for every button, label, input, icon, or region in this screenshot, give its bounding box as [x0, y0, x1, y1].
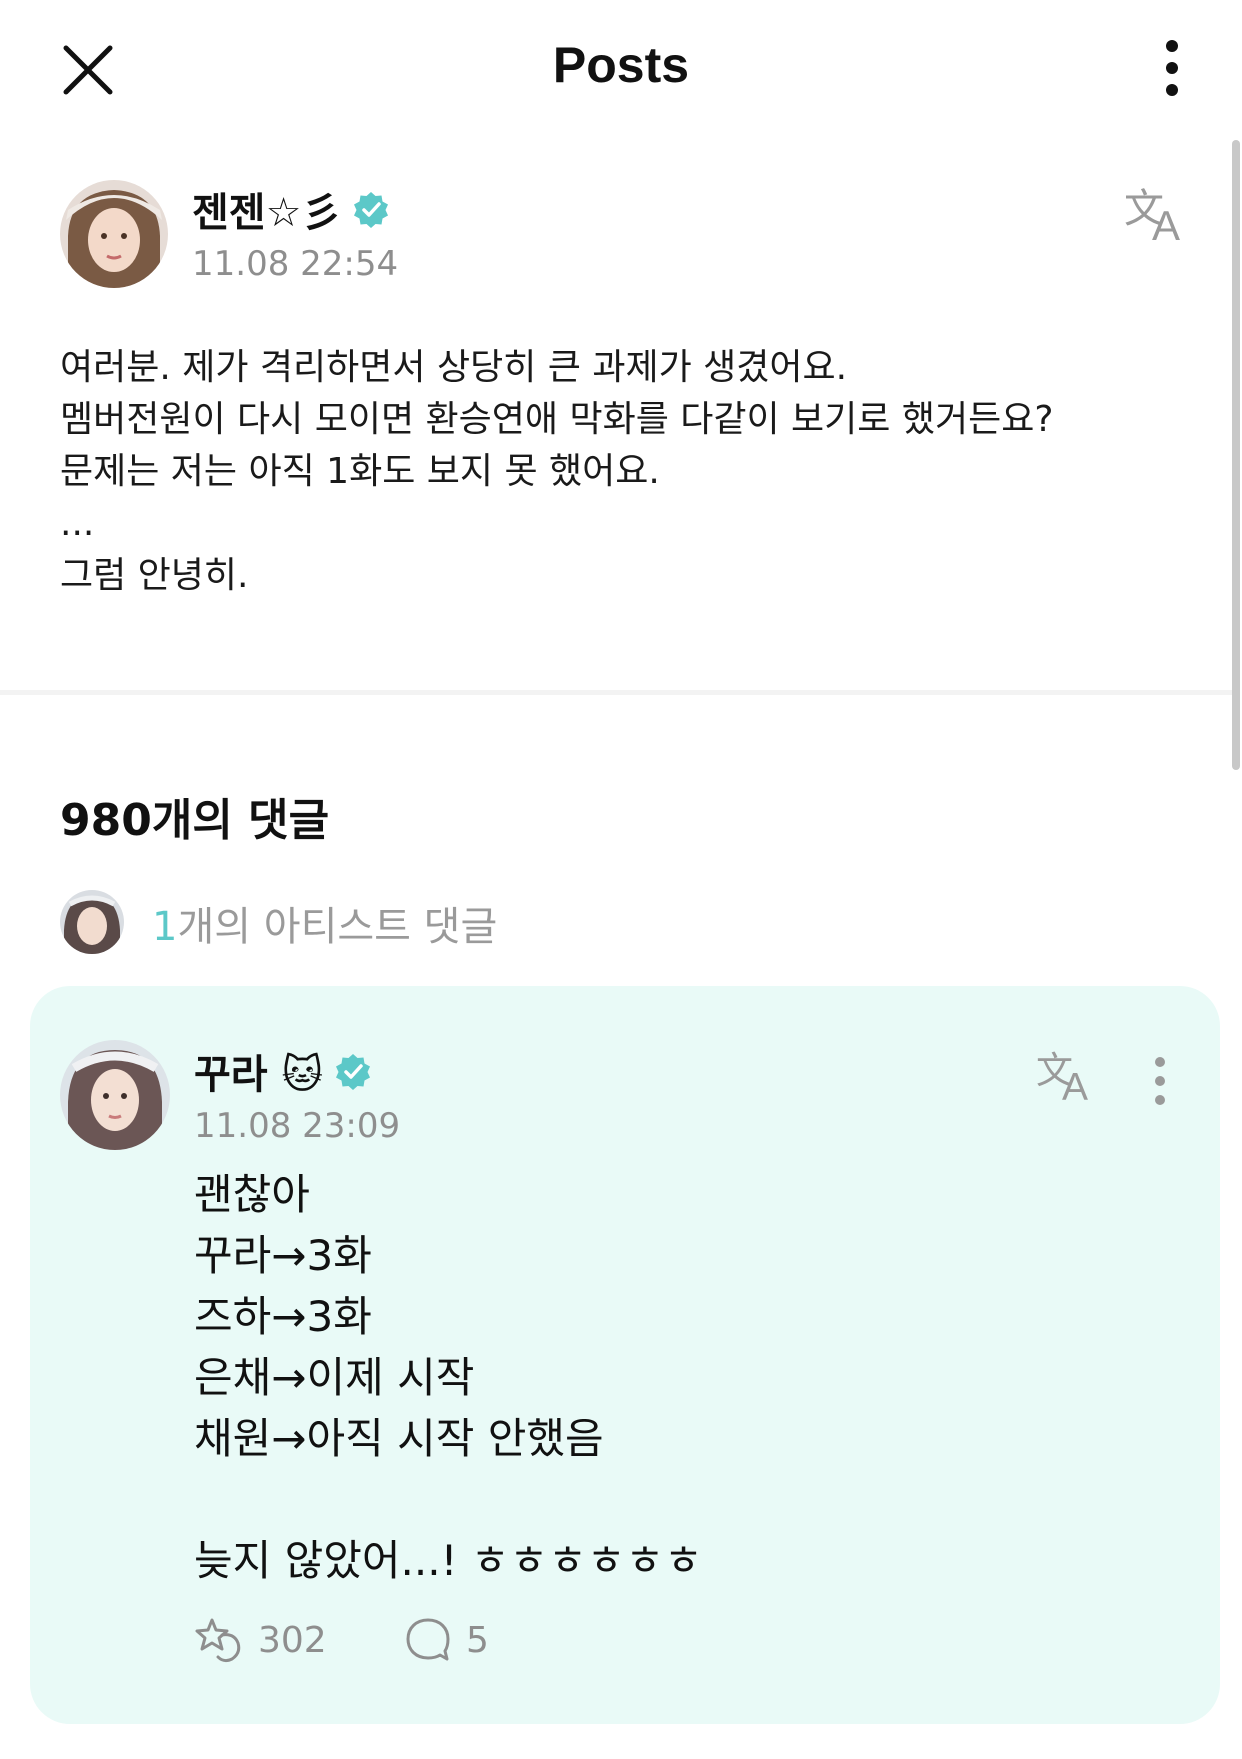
- translate-button[interactable]: 文 A: [1124, 186, 1190, 249]
- more-options-button[interactable]: [1152, 38, 1192, 100]
- svg-text:A: A: [1062, 1066, 1088, 1102]
- verified-badge-icon: [333, 1052, 373, 1102]
- post-author-avatar[interactable]: [60, 180, 168, 288]
- like-button[interactable]: 302: [194, 1610, 327, 1670]
- post-line: 그럼 안녕히.: [60, 555, 249, 596]
- comment-translate-button[interactable]: 文 A: [1036, 1049, 1098, 1109]
- artist-avatar: [60, 890, 124, 954]
- comment-line: 채원→아직 시작 안했음: [194, 1414, 604, 1463]
- comment-body: 괜찮아 꾸라→3화 즈하→3화 은채→이제 시작 채원→아직 시작 안했음 늦지…: [194, 1164, 703, 1591]
- comment-card: 꾸라 🐱 11.08 23:09 文 A 괜찮아 꾸라→3화 즈하→3화 은채→…: [30, 986, 1220, 1724]
- comment-author-avatar[interactable]: [60, 1040, 170, 1150]
- more-vertical-icon: [1166, 40, 1178, 96]
- translate-icon: 文 A: [1124, 186, 1180, 249]
- like-count: 302: [258, 1619, 327, 1661]
- more-vertical-icon: [1155, 1057, 1165, 1105]
- cheer-star-icon: [195, 1618, 241, 1663]
- comment-line: 늦지 않았어...! ㅎㅎㅎㅎㅎㅎ: [194, 1536, 703, 1585]
- comment-line: 즈하→3화: [194, 1292, 372, 1341]
- header-bar: Posts: [0, 0, 1242, 140]
- post-author-name[interactable]: 젠젠☆彡: [192, 180, 391, 240]
- post-timestamp: 11.08 22:54: [192, 244, 399, 284]
- comment-line: [194, 1469, 703, 1530]
- comment-more-button[interactable]: [1150, 1056, 1170, 1106]
- reply-bubble-icon: [406, 1618, 450, 1661]
- svg-text:A: A: [1152, 202, 1180, 242]
- translate-icon: 文 A: [1036, 1049, 1088, 1109]
- reply-button[interactable]: 5: [404, 1610, 489, 1670]
- comment-line: 꾸라→3화: [194, 1231, 372, 1280]
- post-line: ...: [60, 503, 95, 544]
- reply-count: 5: [466, 1619, 489, 1661]
- post-line: 멤버전원이 다시 모이면 환승연애 막화를 다같이 보기로 했거든요?: [60, 399, 1054, 440]
- verified-badge-icon: [351, 190, 391, 240]
- scrollbar[interactable]: [1232, 140, 1240, 770]
- comment-line: 은채→이제 시작: [194, 1353, 475, 1402]
- post-line: 문제는 저는 아직 1화도 보지 못 했어요.: [60, 451, 660, 492]
- artist-comments-label: 1개의 아티스트 댓글: [152, 904, 498, 950]
- comment-line: 괜찮아: [194, 1170, 310, 1219]
- page-title: Posts: [552, 37, 690, 93]
- post-line: 여러분. 제가 격리하면서 상당히 큰 과제가 생겼어요.: [60, 347, 848, 388]
- comment-author-name[interactable]: 꾸라 🐱: [194, 1042, 373, 1102]
- comments-count-heading: 980개의 댓글: [60, 795, 330, 846]
- comment-timestamp: 11.08 23:09: [194, 1106, 401, 1146]
- post-body: 여러분. 제가 격리하면서 상당히 큰 과제가 생겼어요. 멤버전원이 다시 모…: [60, 342, 1180, 602]
- section-divider: [0, 690, 1232, 695]
